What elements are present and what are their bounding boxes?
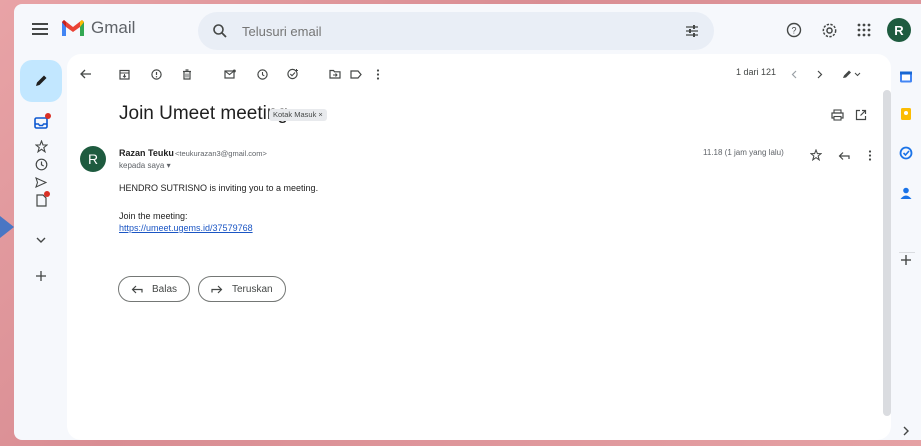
open-new-window-icon[interactable] xyxy=(853,107,869,123)
more-options-icon[interactable] xyxy=(370,66,386,82)
nav-snoozed[interactable] xyxy=(32,156,50,172)
search-options-icon[interactable] xyxy=(684,23,700,39)
reply-arrow-icon xyxy=(131,285,143,294)
input-tools-pen-icon[interactable] xyxy=(838,66,864,82)
pager-count: 1 dari 121 xyxy=(736,67,777,77)
top-bar: Gmail ? xyxy=(14,4,921,58)
draft-badge-dot xyxy=(44,191,50,197)
snooze-clock-icon[interactable] xyxy=(254,66,270,82)
email-subject: Join Umeet meeting xyxy=(119,103,288,124)
main-menu-icon[interactable] xyxy=(32,20,52,40)
pencil-icon xyxy=(36,75,47,86)
older-chevron-right-icon[interactable] xyxy=(812,66,828,82)
help-icon[interactable]: ? xyxy=(783,19,805,41)
calendar-icon[interactable] xyxy=(899,70,913,84)
print-icon[interactable] xyxy=(829,107,845,123)
keep-icon[interactable] xyxy=(899,107,913,121)
newer-chevron-left-icon[interactable] xyxy=(786,66,802,82)
report-spam-icon[interactable] xyxy=(148,66,164,82)
forward-button[interactable]: Teruskan xyxy=(198,276,286,302)
nav-starred[interactable] xyxy=(32,138,50,154)
side-panel xyxy=(893,58,921,440)
top-right-icons: ? R xyxy=(770,18,911,42)
sender-name[interactable]: Razan Teuku xyxy=(119,148,174,158)
email-timestamp: 11.18 (1 jam yang lalu) xyxy=(703,148,784,157)
gmail-logo[interactable]: Gmail xyxy=(60,18,135,38)
scrollbar[interactable] xyxy=(883,90,891,416)
search-input[interactable] xyxy=(242,22,642,40)
nav-drafts[interactable] xyxy=(32,191,50,208)
reply-button-label: Balas xyxy=(152,283,178,295)
sender-avatar[interactable]: R xyxy=(80,146,106,172)
nav-new-label[interactable] xyxy=(32,268,50,284)
star-icon xyxy=(34,139,48,153)
star-toggle-icon[interactable] xyxy=(808,147,824,163)
account-avatar[interactable]: R xyxy=(887,18,911,42)
nav-inbox[interactable] xyxy=(32,113,51,131)
apps-grid-icon[interactable] xyxy=(853,19,875,41)
reply-icon[interactable] xyxy=(836,147,852,163)
nav-sent[interactable] xyxy=(32,174,50,190)
inbox-icon xyxy=(34,117,48,129)
expand-panel-chevron-right-icon[interactable] xyxy=(899,424,913,438)
compose-button[interactable] xyxy=(20,60,62,102)
app-name: Gmail xyxy=(91,18,136,37)
unread-dot xyxy=(45,113,51,119)
recipient-details-toggle[interactable]: kepada saya ▾ xyxy=(119,161,171,170)
gmail-window: Gmail ? xyxy=(14,4,921,440)
meeting-link[interactable]: https://umeet.ugems.id/37579768 xyxy=(119,223,253,233)
search-bar[interactable] xyxy=(198,12,714,50)
archive-icon[interactable] xyxy=(116,66,132,82)
add-task-icon[interactable] xyxy=(285,66,301,82)
email-body-line: HENDRO SUTRISNO is inviting you to a mee… xyxy=(119,183,319,193)
delete-trash-icon[interactable] xyxy=(179,66,195,82)
email-body-line: Join the meeting: xyxy=(119,211,188,221)
forward-button-label: Teruskan xyxy=(232,283,273,295)
reply-button[interactable]: Balas xyxy=(118,276,191,302)
gmail-m-icon xyxy=(62,20,84,36)
inbox-label-chip[interactable]: Kotak Masuk × xyxy=(269,109,327,121)
tasks-icon[interactable] xyxy=(899,146,913,160)
get-addons-plus-icon[interactable] xyxy=(899,253,913,267)
message-more-options-icon[interactable] xyxy=(862,147,878,163)
send-icon xyxy=(35,176,47,188)
nav-more[interactable] xyxy=(32,232,50,248)
label-tag-icon[interactable] xyxy=(348,66,364,82)
move-to-folder-icon[interactable] xyxy=(327,66,343,82)
contacts-icon[interactable] xyxy=(899,186,913,200)
plus-icon xyxy=(36,271,46,281)
svg-text:?: ? xyxy=(791,26,796,36)
sender-email: <teukurazan3@gmail.com> xyxy=(175,149,267,158)
decorative-arrow xyxy=(0,216,14,238)
email-view: 1 dari 121 Join Umeet meeting Kotak Masu… xyxy=(67,54,891,440)
search-icon[interactable] xyxy=(212,23,228,39)
settings-gear-icon[interactable] xyxy=(818,19,840,41)
chevron-down-icon xyxy=(36,237,46,243)
back-arrow-icon[interactable] xyxy=(78,66,94,82)
forward-arrow-icon xyxy=(211,285,223,294)
mark-unread-icon[interactable] xyxy=(222,66,238,82)
clock-icon xyxy=(35,158,47,170)
